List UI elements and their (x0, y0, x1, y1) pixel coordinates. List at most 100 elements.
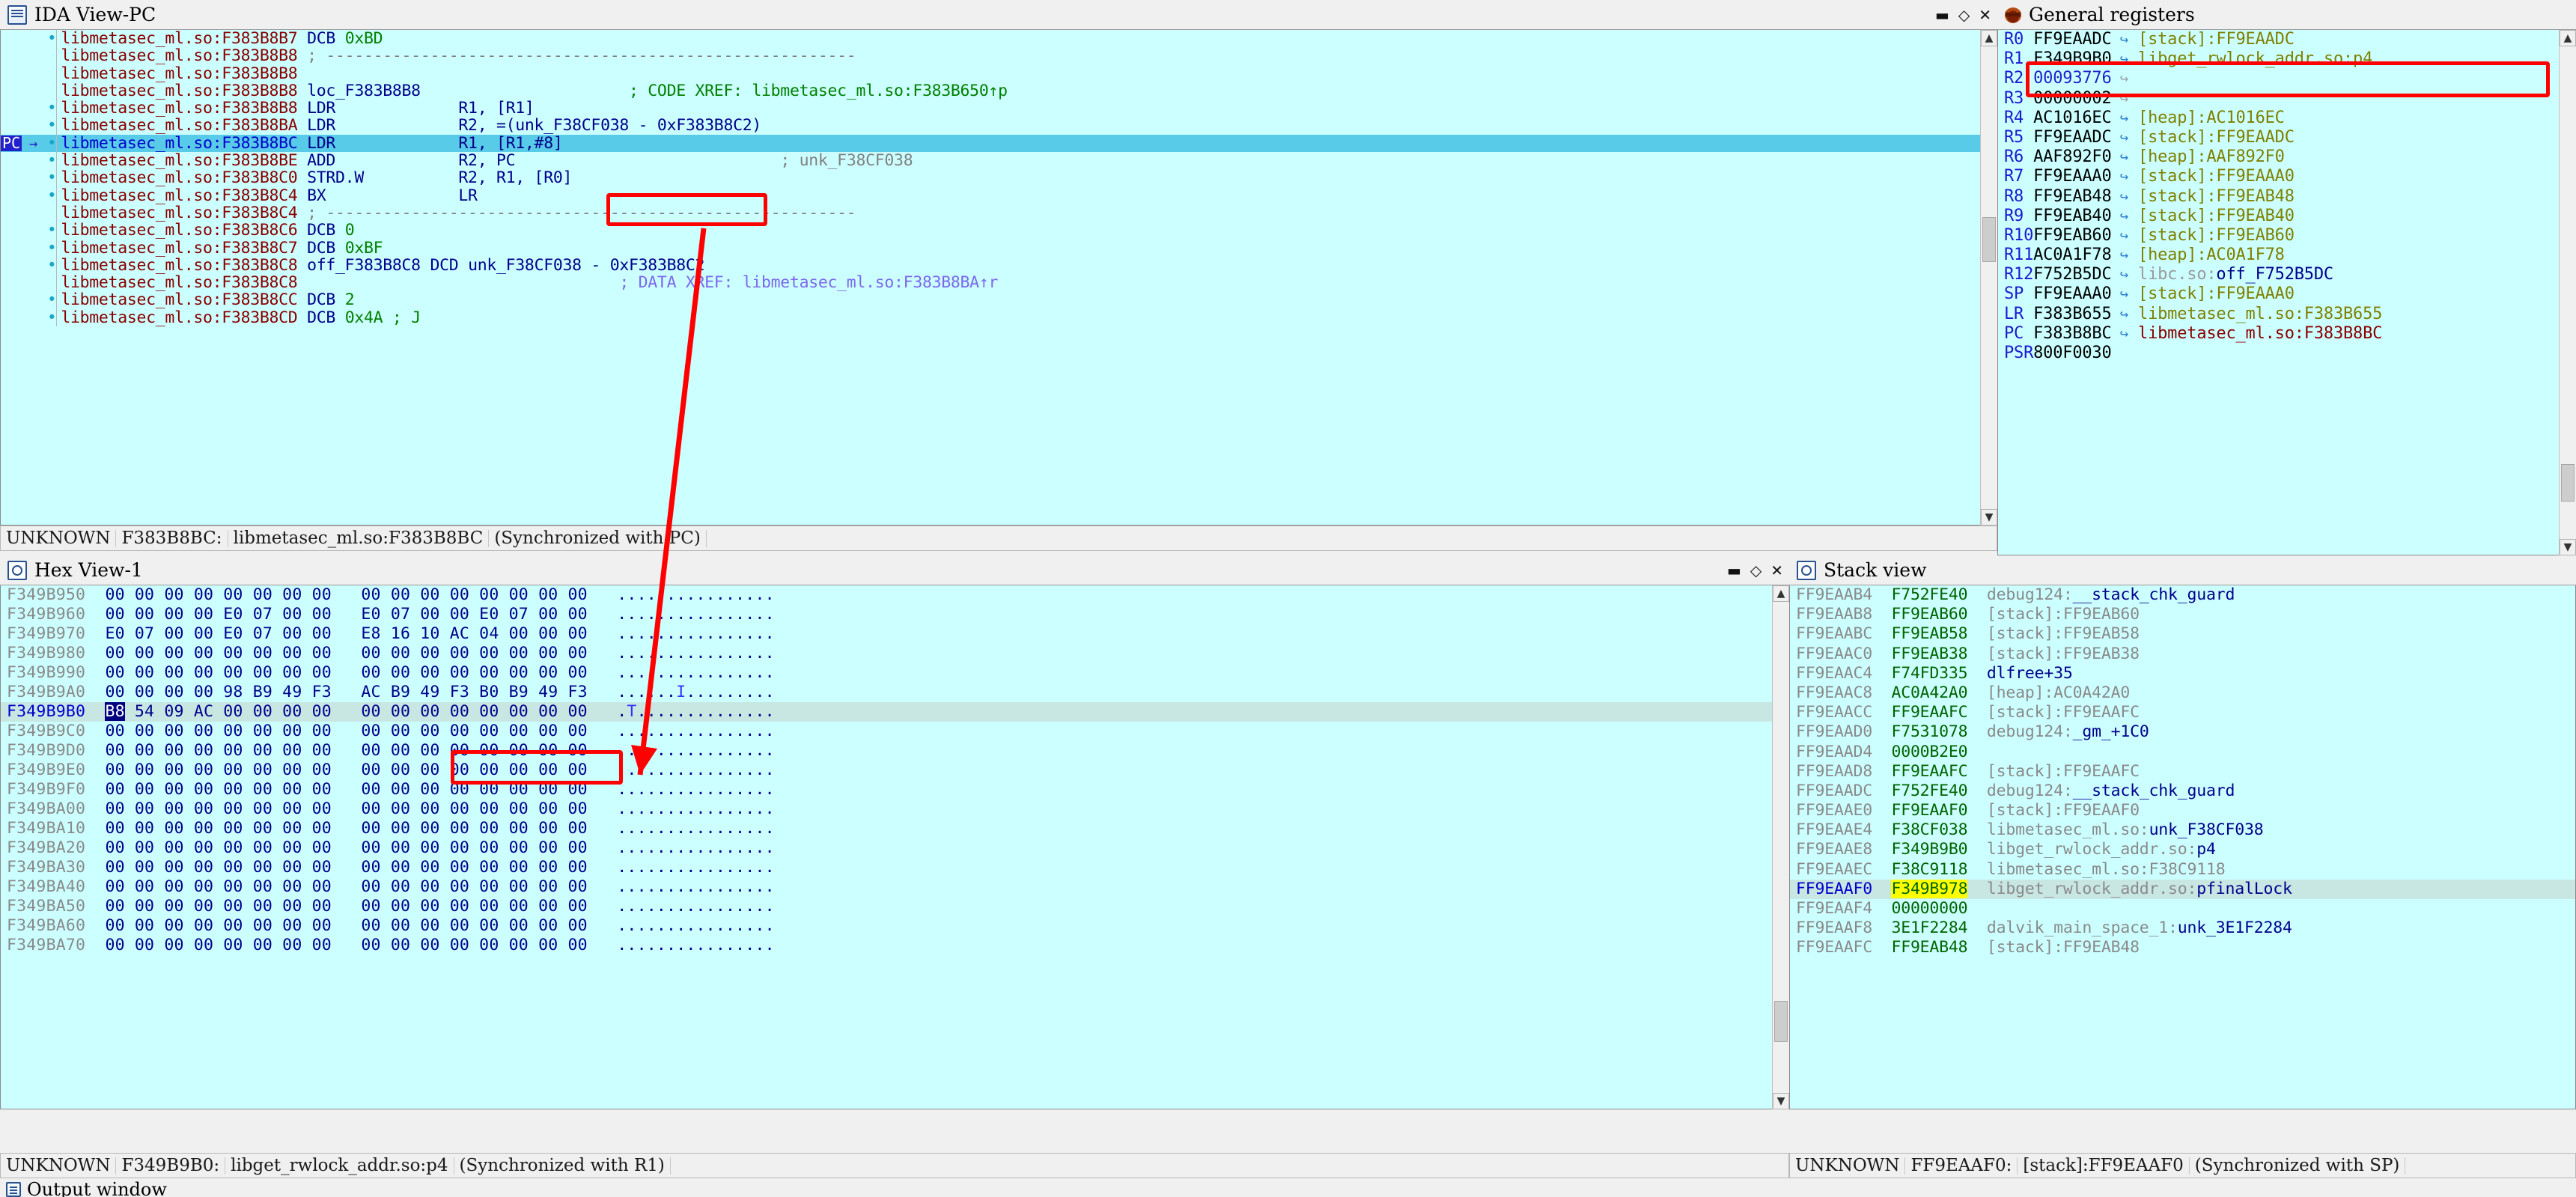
register-row[interactable]: R11AC0A1F78 ↪ [heap]:AC0A1F78 (1998, 246, 2559, 265)
hex-byte[interactable]: 00 (223, 936, 243, 954)
breakpoint-dot-icon[interactable]: • (47, 290, 57, 308)
hex-byte[interactable]: 54 (135, 702, 154, 721)
hex-byte[interactable]: 00 (361, 838, 380, 857)
stack-row[interactable]: FF9EAABC FF9EAB58 [stack]:FF9EAB58 (1790, 624, 2575, 644)
hex-byte[interactable]: 00 (509, 624, 529, 643)
hex-byte[interactable]: 00 (312, 663, 332, 682)
hex-byte[interactable]: 00 (538, 858, 558, 877)
stackview-title-bar[interactable]: Stack view (1789, 555, 2576, 585)
hex-byte[interactable]: 00 (105, 585, 124, 604)
stack-value[interactable]: 00000000 (1891, 899, 1967, 918)
hex-byte[interactable]: 00 (282, 877, 302, 896)
hex-byte[interactable]: E0 (223, 624, 243, 643)
disassembly-row[interactable]: libmetasec_ml.so:F383B8C8 ; DATA XREF: l… (1, 274, 1997, 292)
hex-byte[interactable]: 00 (164, 780, 183, 799)
hex-byte[interactable]: 00 (135, 819, 154, 838)
hex-byte[interactable]: 00 (509, 858, 529, 877)
hex-byte[interactable]: 00 (420, 799, 439, 818)
hex-row[interactable]: F349B970 E0 07 00 00 E0 07 00 00 E8 16 1… (1, 624, 1772, 644)
hex-byte[interactable]: 00 (223, 780, 243, 799)
scroll-down-arrow[interactable]: ▼ (1981, 509, 1997, 526)
hex-byte[interactable]: 00 (509, 897, 529, 916)
register-row[interactable]: R9 FF9EAB40 ↪ [stack]:FF9EAB40 (1998, 207, 2559, 226)
hex-byte[interactable]: B8 (105, 702, 125, 721)
hex-byte[interactable]: 00 (312, 644, 332, 663)
register-target[interactable]: [stack]:FF9EAAA0 (2128, 167, 2295, 186)
hex-byte[interactable]: 00 (420, 780, 439, 799)
hex-byte[interactable]: 00 (194, 780, 213, 799)
hex-byte[interactable]: 00 (450, 722, 469, 740)
row-operands[interactable]: R2, PC (458, 151, 515, 170)
hex-byte[interactable]: 00 (194, 877, 213, 896)
hexview-title-bar[interactable]: Hex View-1 ▬ ◇ ✕ (0, 555, 1789, 585)
hex-byte[interactable]: 07 (253, 605, 272, 624)
register-value[interactable]: FF9EAAA0 (2033, 167, 2112, 186)
hex-byte[interactable]: 00 (253, 644, 272, 663)
hex-byte[interactable]: 00 (312, 936, 332, 954)
hex-byte[interactable]: 07 (391, 605, 410, 624)
hex-byte[interactable]: 00 (223, 877, 243, 896)
hex-row[interactable]: F349BA30 00 00 00 00 00 00 00 00 00 00 0… (1, 858, 1772, 877)
hex-byte[interactable]: 00 (450, 897, 469, 916)
hex-byte[interactable]: 00 (312, 585, 332, 604)
hex-byte[interactable]: 00 (420, 663, 439, 682)
stack-symbol[interactable]: unk_3E1F2284 (2178, 919, 2292, 937)
register-row[interactable]: R10FF9EAB60 ↪ [stack]:FF9EAB60 (1998, 226, 2559, 246)
hex-byte[interactable]: 00 (312, 702, 332, 721)
breakpoint-dot-icon[interactable]: • (47, 186, 57, 204)
hex-byte[interactable]: E0 (223, 605, 243, 624)
stack-row[interactable]: FF9EAAD8 FF9EAAFC [stack]:FF9EAAFC (1790, 762, 2575, 782)
hex-byte[interactable]: 00 (253, 585, 272, 604)
hex-byte[interactable]: 00 (312, 819, 332, 838)
hex-byte[interactable]: 00 (568, 605, 588, 624)
hex-byte[interactable]: 10 (420, 624, 439, 643)
maximize-button[interactable]: ◇ (1958, 7, 1970, 22)
disassembly-row[interactable]: libmetasec_ml.so:F383B8B8 (1, 64, 1997, 82)
stack-row[interactable]: FF9EAAE4 F38CF038 libmetasec_ml.so:unk_F… (1790, 820, 2575, 840)
register-row[interactable]: R6 AAF892F0 ↪ [heap]:AAF892F0 (1998, 147, 2559, 167)
register-target[interactable]: libmetasec_ml.so:F383B8BC (2128, 324, 2382, 343)
hex-byte[interactable]: 00 (282, 761, 302, 779)
hex-byte[interactable]: 00 (509, 663, 529, 682)
hex-byte[interactable]: 00 (253, 838, 272, 857)
hex-byte[interactable]: 00 (391, 799, 410, 818)
breakpoint-dot-icon[interactable]: • (47, 168, 57, 186)
stack-value[interactable]: FF9EAB48 (1891, 938, 1967, 957)
hex-byte[interactable]: 00 (391, 780, 410, 799)
hex-byte[interactable]: 00 (568, 858, 588, 877)
hex-byte[interactable]: 00 (164, 605, 183, 624)
hex-byte[interactable]: 00 (509, 799, 529, 818)
hex-byte[interactable]: 00 (164, 916, 183, 935)
hex-byte[interactable]: 00 (223, 702, 243, 721)
stack-symbol[interactable]: pfinalLock (2196, 880, 2292, 898)
breakpoint-dot-icon[interactable] (47, 204, 56, 222)
hex-byte[interactable]: 00 (312, 605, 332, 624)
registers-list[interactable]: R0 FF9EAADC ↪ [stack]:FF9EAADC R1 F349B9B… (1997, 30, 2560, 555)
hex-byte[interactable]: 00 (223, 722, 243, 740)
hex-byte[interactable]: 00 (105, 916, 124, 935)
stack-row[interactable]: FF9EAADC F752FE40 debug124:__stack_chk_g… (1790, 782, 2575, 801)
hex-byte[interactable]: 00 (420, 858, 439, 877)
register-target[interactable]: [stack]:FF9EAB40 (2128, 207, 2295, 225)
stack-symbol[interactable]: _gm_+1C0 (2073, 722, 2149, 741)
register-value[interactable]: 800F0030 (2033, 344, 2112, 362)
register-target[interactable]: [stack]:FF9EAB60 (2128, 226, 2295, 245)
hex-byte[interactable]: 00 (391, 936, 410, 954)
hex-byte[interactable]: 00 (253, 877, 272, 896)
register-value[interactable]: FF9EAADC (2033, 128, 2112, 147)
hex-byte[interactable]: 00 (538, 838, 558, 857)
hex-byte[interactable]: 00 (194, 761, 213, 779)
hex-byte[interactable]: 00 (420, 722, 439, 740)
register-value[interactable]: FF9EAB60 (2033, 226, 2112, 245)
hex-byte[interactable]: 00 (164, 858, 183, 877)
stack-value[interactable]: FF9EAAFC (1891, 703, 1967, 722)
hex-byte[interactable]: 00 (194, 936, 213, 954)
register-target[interactable]: [heap]:AAF892F0 (2128, 147, 2285, 166)
hex-byte[interactable]: 00 (391, 858, 410, 877)
hex-byte[interactable]: 00 (538, 702, 558, 721)
hex-byte[interactable]: 00 (450, 916, 469, 935)
hex-byte[interactable]: 00 (538, 663, 558, 682)
hex-byte[interactable]: 00 (135, 761, 154, 779)
breakpoint-dot-icon[interactable]: • (47, 134, 57, 152)
hex-byte[interactable]: 00 (164, 663, 183, 682)
